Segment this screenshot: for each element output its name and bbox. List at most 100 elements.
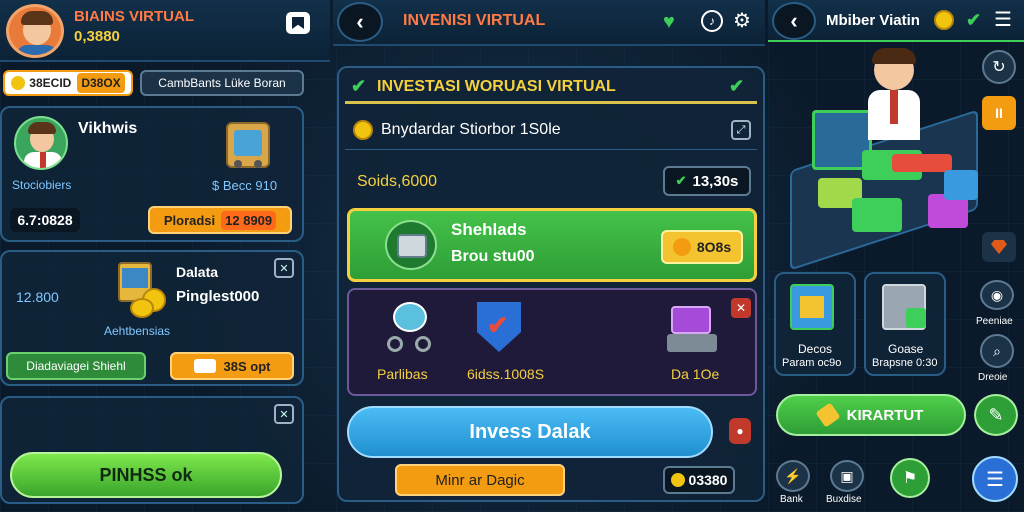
card1-sub: Stociobiers	[12, 178, 72, 192]
featured-btn-label: 8O8s	[696, 239, 732, 255]
invest-button[interactable]: Invess Dalak	[347, 406, 713, 458]
card2-orange-button[interactable]: 38S opt	[170, 352, 294, 380]
header-balance: 0,3880	[74, 28, 120, 45]
box-button[interactable]: ▣	[830, 460, 864, 492]
check-icon: ✔	[351, 76, 367, 96]
avatar[interactable]	[6, 4, 64, 58]
check-icon[interactable]: ✔	[966, 10, 981, 31]
emoji-icon[interactable]	[934, 10, 954, 30]
featured-sub: Brou stu00	[451, 248, 535, 265]
card2-left-value: 12.800	[16, 289, 59, 305]
leaf-button[interactable]: ✎	[974, 394, 1018, 436]
robot-icon	[387, 302, 433, 354]
card1-price: $ Becc 910	[212, 178, 278, 193]
tab-active-label: 38ECID	[29, 76, 72, 90]
gear-coin-icon	[385, 220, 437, 270]
bottom-label-2: Buxdise	[826, 494, 862, 505]
close-icon[interactable]: ✕	[274, 258, 294, 278]
right-panel: ‹ Mbiber Viatin ✔ ☰ ↻ II Decos Param oc9…	[768, 0, 1024, 512]
card1-btn-value: 12 8909	[221, 210, 277, 230]
bank-button[interactable]: ⚡	[776, 460, 810, 492]
amount-badge-text: 13,30s	[692, 172, 739, 190]
card2-title: Dalata	[176, 264, 219, 280]
coin-icon	[353, 120, 373, 140]
card1-id: 6.7:0828	[10, 208, 80, 232]
secondary-button[interactable]: Minr ar Dagic	[395, 464, 565, 496]
bookmark-button[interactable]: ⚑	[890, 458, 930, 498]
item-1-label: Parlibas	[377, 366, 428, 382]
back-button[interactable]: ‹	[337, 2, 383, 42]
settings-button[interactable]: ☰	[972, 456, 1018, 502]
check-icon-2: ✔	[675, 173, 687, 188]
search-button[interactable]: ⌕	[980, 334, 1014, 368]
gear-icon[interactable]: ⚙	[733, 10, 755, 32]
card1-action-button[interactable]: Ploradsi 12 8909	[148, 206, 292, 234]
tab-active[interactable]: 38ECID D38OX	[3, 70, 133, 96]
kirart-button[interactable]: KIRARTUT	[776, 394, 966, 436]
main-action-button[interactable]: PINHSS ok	[10, 452, 282, 498]
info-row-text: Bnydardar Stiorbor 1S0le	[381, 121, 561, 138]
banner-title: INVESTASI WORUASI VIRTUAL	[377, 78, 616, 95]
bookmark-icon[interactable]	[286, 12, 310, 34]
coins-icon	[118, 262, 166, 318]
pause-icon[interactable]: II	[982, 96, 1016, 130]
main-action-label: PINHSS ok	[99, 464, 193, 485]
close-badge[interactable]: ✕	[731, 298, 751, 318]
chevron-left-icon: ‹	[790, 8, 798, 33]
notification-icon[interactable]: ●	[729, 418, 751, 444]
heart-icon[interactable]: ♥	[663, 12, 685, 32]
menu-icon[interactable]: ☰	[994, 10, 1012, 30]
camera-button[interactable]: ◉	[980, 280, 1014, 310]
gem-icon[interactable]	[982, 232, 1016, 262]
card1-btn-label: Ploradsi	[163, 212, 216, 228]
card-2-title: Goase	[888, 342, 924, 356]
side-label-1: Peeniae	[976, 316, 1013, 327]
bottom-label-1: Bank	[780, 494, 803, 505]
isometric-illustration	[782, 48, 978, 271]
invest-button-label: Invess Dalak	[469, 420, 591, 443]
right-title: Mbiber Viatin	[826, 12, 920, 29]
secondary-button-label: Minr ar Dagic	[435, 471, 525, 489]
kirart-label: KIRARTUT	[846, 406, 924, 424]
tab-other-label: CambBants Lüke Boran	[158, 76, 286, 90]
bottom-value-badge: 03380	[663, 466, 735, 494]
music-icon[interactable]: ♪	[701, 10, 723, 32]
coin-icon-2	[670, 473, 685, 487]
card-1-title: Decos	[798, 342, 833, 356]
register-icon	[667, 302, 721, 354]
close-icon-2[interactable]: ✕	[274, 404, 294, 424]
safe-icon	[226, 122, 270, 168]
wrench-icon	[815, 402, 841, 428]
expand-icon[interactable]: ⤢	[731, 120, 751, 140]
featured-button[interactable]: 8O8s	[661, 230, 743, 264]
amount-badge: ✔ 13,30s	[663, 166, 751, 196]
page-title: INVENISI VIRTUAL	[403, 12, 546, 29]
amount-text: Soids,6000	[357, 173, 438, 190]
card2-value: Pinglest000	[176, 288, 260, 305]
tab-active-value: D38OX	[77, 73, 125, 93]
left-panel: BIAINS VIRTUAL 0,3880 38ECID D38OX CambB…	[0, 0, 330, 512]
item-2-label: 6idss.1008S	[467, 366, 545, 382]
crate-icon-2	[882, 284, 926, 330]
card1-id-text: 6.7:0828	[17, 212, 73, 228]
card-2-sub: Brapsne 0:30	[872, 357, 938, 369]
coin-icon	[11, 76, 26, 90]
app-title: BIAINS VIRTUAL	[74, 8, 194, 25]
card1-name: Vikhwis	[78, 120, 138, 137]
check-icon-right: ✔	[729, 76, 745, 96]
card2-orange-label: 38S opt	[223, 358, 271, 374]
card2-green-label: Diadaviagei Shiehl	[26, 359, 126, 373]
card-1-sub: Param oc9o	[782, 357, 842, 369]
ticket-icon	[193, 359, 216, 373]
chevron-left-icon: ‹	[356, 9, 364, 34]
smile-coin-icon	[672, 238, 691, 256]
tab-other[interactable]: CambBants Lüke Boran	[140, 70, 304, 96]
card2-sub: Aehtbensias	[104, 324, 171, 338]
card1-avatar	[14, 116, 68, 170]
refresh-icon[interactable]: ↻	[982, 50, 1016, 84]
back-button[interactable]: ‹	[772, 2, 816, 40]
side-label-2: Dreoie	[978, 372, 1008, 383]
crate-icon-1	[790, 284, 834, 330]
card2-green-button[interactable]: Diadaviagei Shiehl	[6, 352, 146, 380]
featured-title: Shehlads	[451, 220, 527, 239]
